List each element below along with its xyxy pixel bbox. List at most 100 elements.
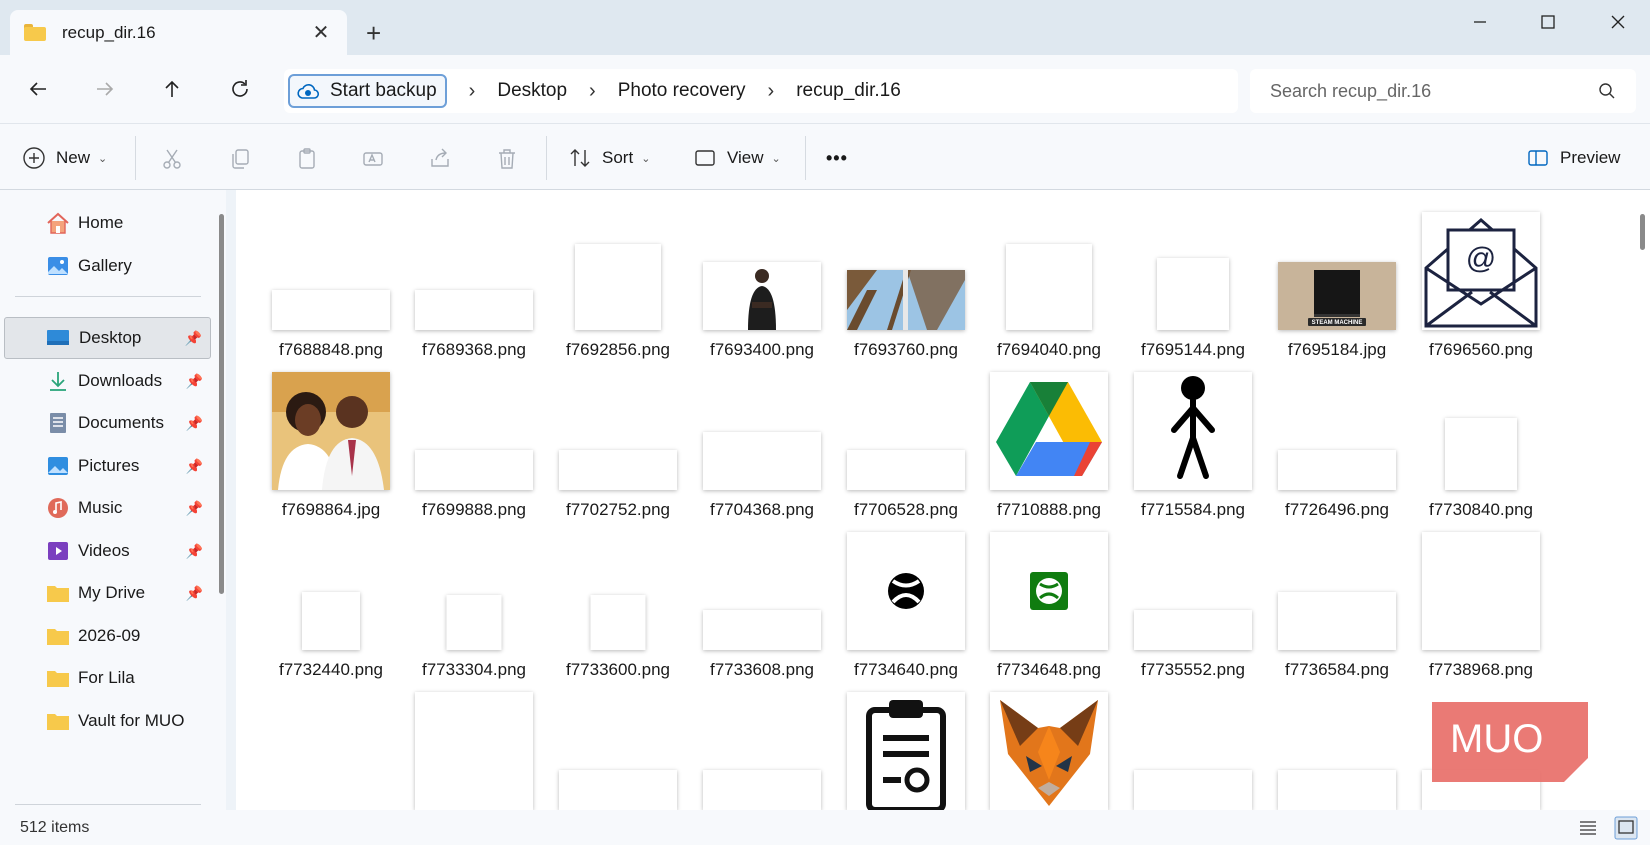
sidebar-item-music[interactable]: Music 📌	[4, 487, 211, 529]
file-name: f7692856.png	[566, 340, 670, 359]
close-tab-icon[interactable]: ✕	[309, 20, 333, 45]
close-window-button[interactable]	[1598, 8, 1638, 36]
minimize-button[interactable]	[1460, 8, 1500, 36]
file-thumbnail	[1278, 592, 1396, 650]
file-item[interactable]: f7693400.png	[692, 200, 832, 360]
share-button[interactable]	[425, 144, 455, 174]
file-item[interactable]	[548, 680, 688, 810]
sidebar-item-pictures[interactable]: Pictures 📌	[4, 445, 211, 487]
file-item[interactable]: f7732440.png	[261, 520, 401, 680]
sidebar-item-gallery[interactable]: Gallery	[4, 245, 211, 287]
file-item[interactable]	[1123, 680, 1263, 810]
file-thumbnail	[1278, 450, 1396, 490]
refresh-icon	[232, 80, 248, 97]
sidebar-item-home[interactable]: Home	[4, 202, 211, 244]
start-backup-button[interactable]: Start backup	[288, 74, 447, 108]
search-box[interactable]	[1250, 69, 1636, 113]
sidebar-item-vault-for-muo[interactable]: Vault for MUO	[4, 700, 211, 742]
sort-button[interactable]: Sort ⌄	[568, 140, 650, 176]
file-item[interactable]: @ f7696560.png	[1411, 200, 1551, 360]
preview-button[interactable]: Preview	[1526, 140, 1620, 176]
more-options-button[interactable]: •••	[826, 140, 848, 176]
trash-icon	[499, 149, 515, 169]
file-item[interactable]: f7734640.png	[836, 520, 976, 680]
chevron-right-icon[interactable]: ›	[768, 80, 775, 103]
back-button[interactable]	[18, 71, 58, 107]
file-name: f7696560.png	[1429, 340, 1533, 359]
paste-button[interactable]	[292, 144, 322, 174]
search-input[interactable]	[1270, 80, 1598, 102]
file-item[interactable]: f7733304.png	[404, 520, 544, 680]
file-thumbnail	[272, 290, 390, 330]
view-button[interactable]: View ⌄	[693, 140, 781, 176]
file-item[interactable]: f7734648.png	[979, 520, 1119, 680]
arrow-left-icon	[29, 82, 46, 96]
file-name: f7689368.png	[422, 340, 526, 359]
file-item[interactable]	[1267, 680, 1407, 810]
crumb-recup-dir[interactable]: recup_dir.16	[796, 80, 901, 102]
details-view-icon[interactable]	[1578, 818, 1598, 838]
sidebar-item-desktop[interactable]: Desktop 📌	[4, 317, 211, 359]
file-item[interactable]: f7692856.png	[548, 200, 688, 360]
file-item[interactable]: f7710888.png	[979, 360, 1119, 520]
file-item[interactable]	[261, 680, 401, 810]
up-button[interactable]	[152, 71, 192, 107]
delete-button[interactable]	[492, 144, 522, 174]
maximize-button[interactable]	[1528, 8, 1568, 36]
sidebar-item-my-drive[interactable]: My Drive 📌	[4, 572, 211, 614]
new-tab-button[interactable]: +	[366, 18, 381, 49]
file-item[interactable]: f7706528.png	[836, 360, 976, 520]
file-name: f7693400.png	[710, 340, 814, 359]
file-item[interactable]	[836, 680, 976, 810]
tab-recup-dir[interactable]: recup_dir.16 ✕	[10, 10, 347, 55]
file-item[interactable]	[404, 680, 544, 810]
content-scrollbar[interactable]	[1640, 214, 1645, 250]
file-item[interactable]: f7699888.png	[404, 360, 544, 520]
file-item[interactable]	[979, 680, 1119, 810]
sort-label: Sort	[602, 148, 634, 167]
sidebar-item-2026-09[interactable]: 2026-09	[4, 615, 211, 657]
sidebar-item-videos[interactable]: Videos 📌	[4, 530, 211, 572]
file-item[interactable]: f7733600.png	[548, 520, 688, 680]
scissors-icon	[163, 149, 181, 169]
sidebar-item-for-lila[interactable]: For Lila	[4, 657, 211, 699]
sidebar-item-documents[interactable]: Documents 📌	[4, 402, 211, 444]
rename-button[interactable]	[358, 144, 388, 174]
cut-button[interactable]	[157, 144, 187, 174]
file-item[interactable]: f7698864.jpg	[261, 360, 401, 520]
sidebar-item-downloads[interactable]: Downloads 📌	[4, 360, 211, 402]
file-item[interactable]: f7702752.png	[548, 360, 688, 520]
file-item[interactable]: f7694040.png	[979, 200, 1119, 360]
large-icons-view-icon[interactable]	[1614, 816, 1638, 840]
file-item[interactable]: f7715584.png	[1123, 360, 1263, 520]
file-thumbnail	[847, 532, 965, 650]
file-item[interactable]: f7689368.png	[404, 200, 544, 360]
file-name: f7732440.png	[279, 660, 383, 679]
file-thumbnail	[703, 610, 821, 650]
file-item[interactable]: f7738968.png	[1411, 520, 1551, 680]
new-button[interactable]: New ⌄	[22, 140, 107, 176]
crumb-photo-recovery[interactable]: Photo recovery	[618, 80, 746, 102]
status-bar: 512 items	[0, 810, 1650, 845]
file-item[interactable]	[692, 680, 832, 810]
crumb-desktop[interactable]: Desktop	[497, 80, 567, 102]
file-item[interactable]: f7736584.png	[1267, 520, 1407, 680]
forward-button[interactable]	[85, 71, 125, 107]
file-item[interactable]: f7688848.png	[261, 200, 401, 360]
copy-button[interactable]	[225, 144, 255, 174]
file-name: f7704368.png	[710, 500, 814, 519]
chevron-right-icon[interactable]: ›	[589, 80, 596, 103]
file-item[interactable]: f7733608.png	[692, 520, 832, 680]
file-item[interactable]: f7726496.png	[1267, 360, 1407, 520]
file-item[interactable]: f7730840.png	[1411, 360, 1551, 520]
file-item[interactable]: STEAM MACHINE f7695184.jpg	[1267, 200, 1407, 360]
file-item[interactable]: f7695144.png	[1123, 200, 1263, 360]
file-item[interactable]: f7735552.png	[1123, 520, 1263, 680]
file-item[interactable]: f7704368.png	[692, 360, 832, 520]
breadcrumb[interactable]: Start backup › Desktop › Photo recovery …	[284, 69, 1238, 113]
sidebar-scrollbar[interactable]	[219, 214, 224, 594]
chevron-right-icon[interactable]: ›	[469, 80, 476, 103]
refresh-button[interactable]	[220, 71, 260, 107]
file-item[interactable]: f7693760.png	[836, 200, 976, 360]
documents-icon	[50, 413, 66, 433]
